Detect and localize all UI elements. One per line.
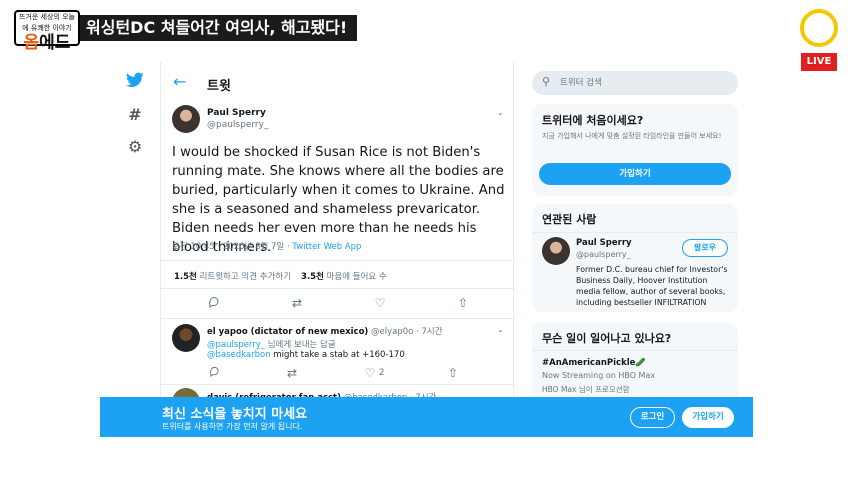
divider xyxy=(532,232,738,233)
chevron-down-icon[interactable]: ⌄ xyxy=(497,108,504,117)
author-handle[interactable]: @paulsperry_ xyxy=(207,120,268,130)
panel-description: 지금 가입해서 나에게 맞춤 설정된 타임라인을 만들어 보세요! xyxy=(542,132,722,140)
related-name[interactable]: Paul Sperry xyxy=(576,238,632,248)
trend-hashtag[interactable]: #AnAmericanPickle🥒 xyxy=(542,358,646,368)
trends-panel: 무슨 일이 일어나고 있나요? #AnAmericanPickle🥒 Now S… xyxy=(532,322,738,402)
divider xyxy=(161,288,515,289)
follow-button[interactable]: 팔로우 xyxy=(682,239,728,257)
retweet-icon[interactable]: ⇄ xyxy=(290,296,304,310)
heart-icon[interactable]: ♡ xyxy=(363,366,377,380)
search-icon: ⚲ xyxy=(542,75,551,88)
reply-context: @paulsperry_ 님에게 보내는 답글 xyxy=(207,340,336,350)
avatar[interactable] xyxy=(172,324,200,352)
page-title: 트윗 xyxy=(207,79,231,94)
reply-author-handle[interactable]: @elyap0o xyxy=(371,327,413,337)
broadcast-logo: 뜨거운 세상의 오늘에 유쾌한 이야기 옴에드 xyxy=(14,10,80,53)
search-input[interactable] xyxy=(560,75,728,91)
broadcast-logo-text: 옴에드 xyxy=(23,33,71,53)
hashtag-icon[interactable]: # xyxy=(125,105,145,125)
broadcast-logo-tagline: 뜨거운 세상의 오늘에 유쾌한 이야기 xyxy=(19,13,75,32)
related-handle[interactable]: @paulsperry_ xyxy=(576,250,631,259)
signup-banner: 최신 소식을 놓치지 마세요 트위터를 사용하면 가장 먼저 알게 됩니다. 로… xyxy=(100,397,753,437)
back-arrow-icon[interactable]: ← xyxy=(173,72,186,91)
avatar[interactable] xyxy=(172,105,200,133)
heart-icon[interactable]: ♡ xyxy=(373,296,387,310)
broadcast-ring-icon xyxy=(800,9,838,47)
tweet-header: ← 트윗 xyxy=(161,70,515,98)
reply-time: · 7시간 xyxy=(413,327,443,337)
reply-icon[interactable] xyxy=(207,366,221,380)
reply-text: @basedkarbon might take a stab at +160-1… xyxy=(207,350,405,360)
reply-header: el yapoo (dictator of new mexico) @elyap… xyxy=(207,325,443,337)
reply-author-name[interactable]: el yapoo (dictator of new mexico) xyxy=(207,327,368,337)
reply-icon[interactable] xyxy=(207,296,221,310)
tweet-timestamp: 오전 10:45 · 2020년 8월 7일 · Twitter Web App xyxy=(172,242,362,252)
related-people-panel: 연관된 사람 Paul Sperry @paulsperry_ 팔로우 Form… xyxy=(532,204,738,312)
join-button[interactable]: 가입하기 xyxy=(682,407,734,428)
new-to-twitter-panel: 트위터에 처음이세요? 지금 가입해서 나에게 맞춤 설정된 타임라인을 만들어… xyxy=(532,104,738,196)
gear-icon[interactable]: ⚙ xyxy=(125,137,145,157)
panel-title: 무슨 일이 일어나고 있나요? xyxy=(542,332,672,345)
tweet-column: ← 트윗 Paul Sperry @paulsperry_ ⌄ I would … xyxy=(160,62,515,403)
twitter-bird-icon[interactable] xyxy=(125,72,145,92)
live-badge: LIVE xyxy=(801,53,837,71)
trend-subtitle: Now Streaming on HBO Max xyxy=(542,371,656,380)
author-name[interactable]: Paul Sperry xyxy=(207,108,266,118)
reply-to-link[interactable]: @paulsperry_ xyxy=(207,340,265,350)
tweet-stats: 1.5천 리트윗하고 의견 추가하기 3.5천 마음에 들어요 수 xyxy=(174,272,387,282)
panel-title: 연관된 사람 xyxy=(542,213,597,226)
mention-link[interactable]: @basedkarbon xyxy=(207,350,271,360)
search-bar[interactable]: ⚲ xyxy=(532,71,738,95)
related-bio: Former D.C. bureau chief for Investor's … xyxy=(576,265,728,307)
tweet-source-link[interactable]: Twitter Web App xyxy=(292,242,361,252)
signup-button[interactable]: 가입하기 xyxy=(539,163,731,185)
retweet-icon[interactable]: ⇄ xyxy=(285,366,299,380)
banner-subtitle: 트위터를 사용하면 가장 먼저 알게 됩니다. xyxy=(162,422,303,431)
chevron-down-icon[interactable]: ⌄ xyxy=(497,325,504,334)
login-button[interactable]: 로그인 xyxy=(630,407,675,428)
divider xyxy=(161,260,515,261)
broadcast-headline: 워싱턴DC 쳐들어간 여의사, 해고됐다! xyxy=(80,15,358,41)
share-icon[interactable]: ⇧ xyxy=(456,296,470,310)
divider xyxy=(161,318,515,319)
avatar[interactable] xyxy=(542,237,570,265)
share-icon[interactable]: ⇧ xyxy=(446,366,460,380)
divider xyxy=(161,384,515,385)
divider xyxy=(532,350,738,351)
banner-title: 최신 소식을 놓치지 마세요 xyxy=(162,407,308,422)
trend-promoted: HBO Max 님이 프로모션함 xyxy=(542,385,630,394)
like-count: 2 xyxy=(379,368,385,378)
panel-title: 트위터에 처음이세요? xyxy=(542,114,644,127)
